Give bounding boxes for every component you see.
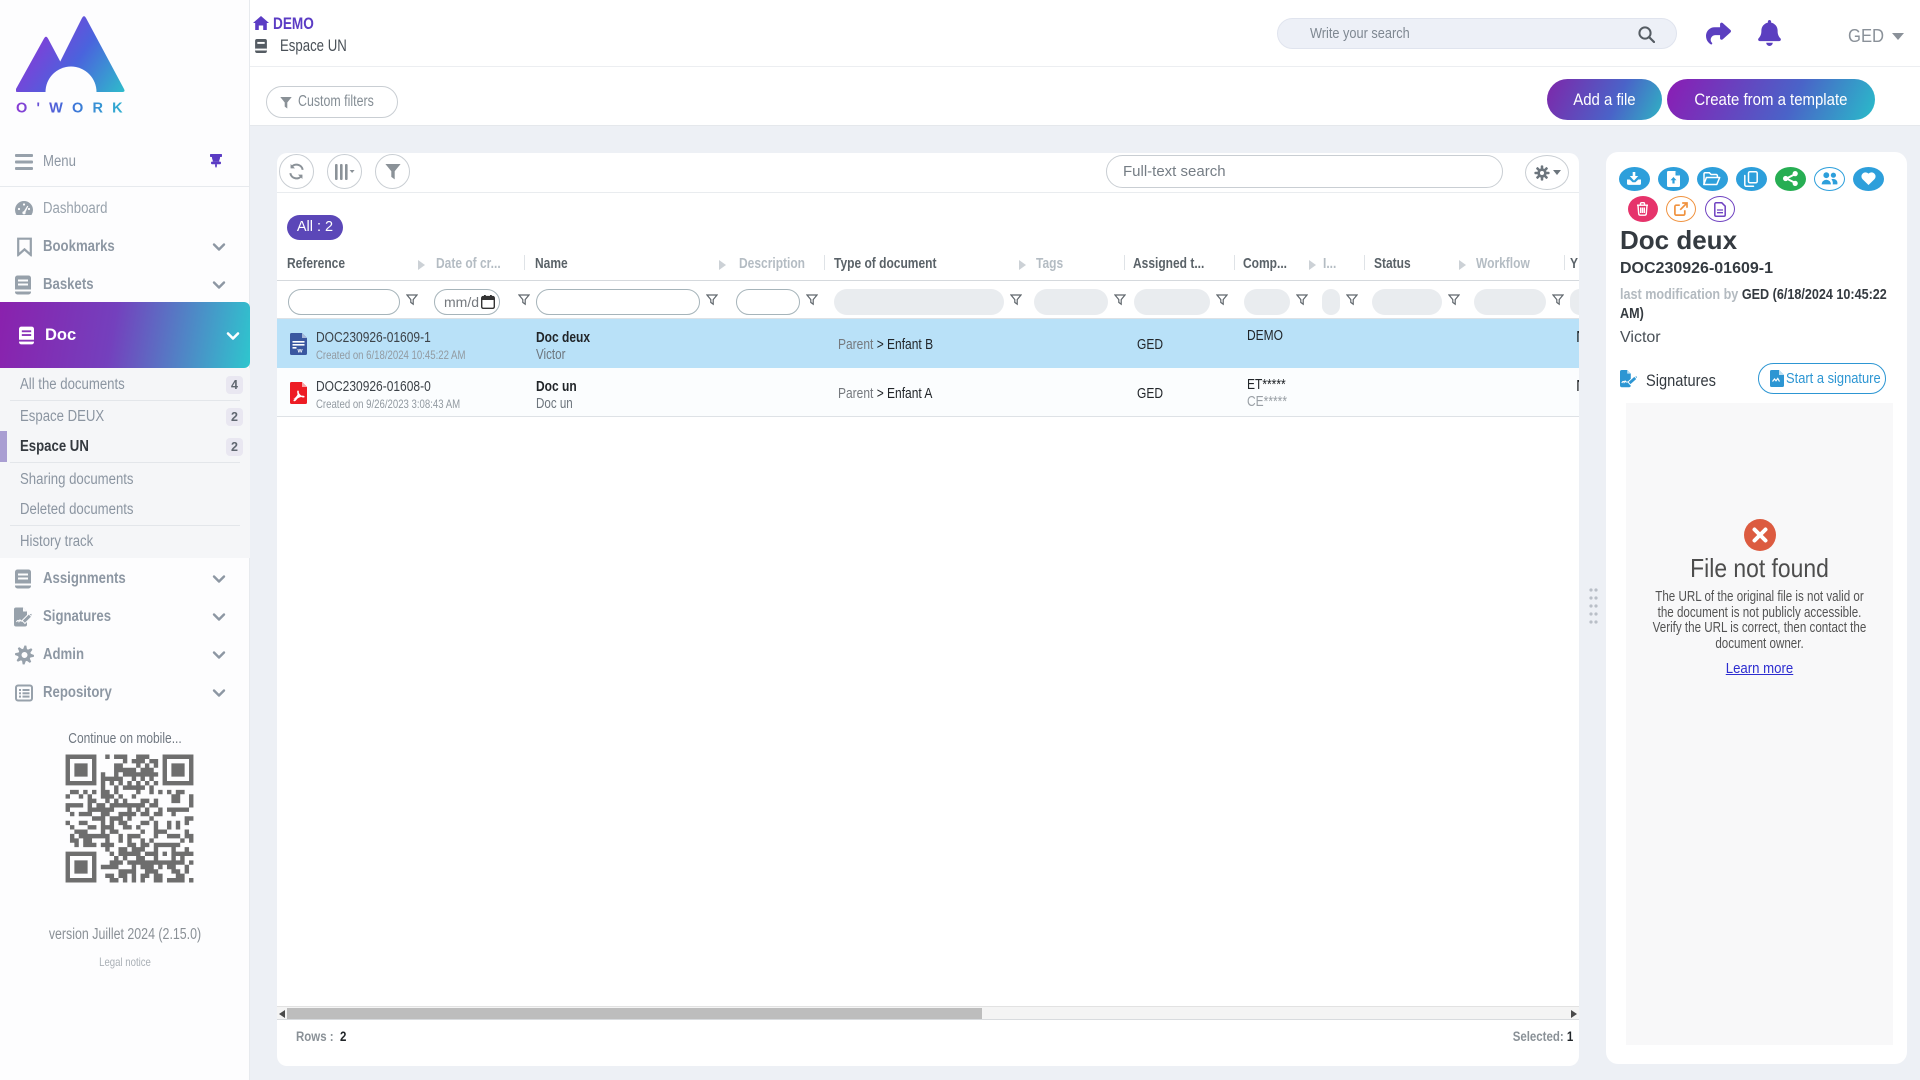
svg-text:O'WORK: O'WORK xyxy=(16,101,126,115)
svg-text:w: w xyxy=(297,348,304,355)
